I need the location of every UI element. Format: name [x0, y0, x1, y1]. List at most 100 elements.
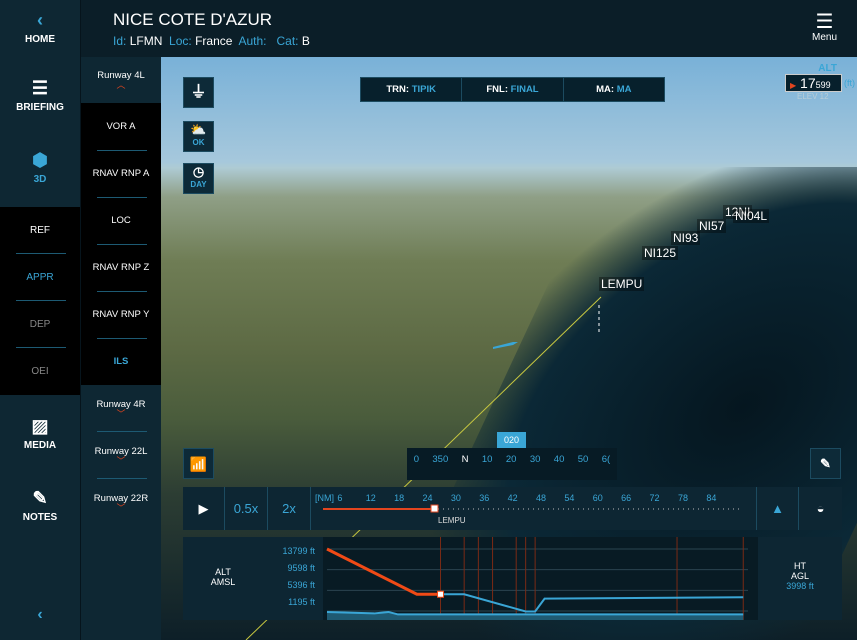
3d-view[interactable]: ⏚ ⛅ OK ◷ DAY TRN: TIPIK FNL: FINAL MA: MA … — [161, 57, 857, 640]
image-icon: ▨ — [31, 416, 49, 436]
mountain-icon: ▲ — [771, 501, 784, 516]
tab-ref[interactable]: REF — [0, 225, 80, 236]
aircraft-icon — [493, 342, 518, 349]
current-position-marker — [430, 504, 439, 513]
alt-box: ▶ 17599 — [785, 74, 842, 92]
alt-small: 599 — [815, 80, 831, 90]
segment-value: FINAL — [510, 84, 539, 95]
tab-dep[interactable]: DEP — [0, 319, 80, 330]
cube-icon: ⬢ — [32, 150, 48, 170]
flown-path — [326, 547, 441, 596]
profile-plot[interactable] — [323, 537, 758, 620]
runway-22l[interactable]: Runway 22L ﹀ — [81, 446, 161, 466]
segment-value: TIPIK — [411, 84, 436, 95]
playback-toolbar: ▶ 0.5x 2x [NM] 6 12 18 24 30 36 42 48 54 60 66 72 78… — [183, 487, 842, 530]
water-button[interactable]: ◒ — [799, 487, 842, 530]
header: NICE COTE D'AZUR Id: LFMN Loc: France Au… — [81, 0, 857, 57]
compass-label: 40 — [553, 454, 565, 465]
briefing-button[interactable]: ☰ BRIEFING — [0, 78, 80, 113]
cat-value: B — [301, 34, 310, 48]
segment-ma[interactable]: MA: MA — [564, 78, 664, 101]
drop-icon: ◒ — [816, 501, 825, 516]
play-button[interactable]: ▶ — [183, 487, 225, 530]
alt-amsl-label: ALT AMSL — [210, 567, 236, 587]
waypoint-label[interactable]: LEMPU — [599, 277, 645, 291]
main-nav: ‹ HOME ☰ BRIEFING ⬢ 3D REF APPR DEP OEI ▨ ME… — [0, 0, 80, 640]
elevation: ELEV 12 — [797, 92, 829, 101]
notes-button[interactable]: ✎ NOTES — [0, 488, 80, 523]
ht-label: HT — [794, 561, 806, 571]
compass-label: 30 — [529, 454, 541, 465]
weather-button[interactable]: ⛅ OK — [183, 121, 214, 152]
segment-fnl[interactable]: FNL: FINAL — [462, 78, 564, 101]
list-icon: ☰ — [31, 78, 49, 98]
slow-button[interactable]: 0.5x — [225, 487, 268, 530]
segment-key: TRN: — [386, 84, 410, 95]
waypoint-label[interactable]: NI57 — [697, 219, 727, 233]
time-label: DAY — [190, 180, 207, 189]
planned-path — [440, 593, 744, 613]
approach-rnav-rnp-z[interactable]: RNAV RNP Z — [81, 262, 161, 273]
segment-trn[interactable]: TRN: TIPIK — [361, 78, 463, 101]
runway-4r[interactable]: Runway 4R ﹀ — [81, 399, 161, 419]
fast-button[interactable]: 2x — [268, 487, 311, 530]
vertical-profile: ALT AMSL 13799 ft 9598 ft 5396 ft 1195 ft… — [183, 537, 842, 620]
altitude-readout: ALT ▶ 17599 (ft) ELEV 12 — [785, 63, 855, 101]
compass-label: 6( — [601, 454, 611, 465]
tab-appr[interactable]: APPR — [0, 272, 80, 283]
y-tick: 5396 ft — [287, 580, 315, 590]
loc-label: Loc: — [169, 34, 192, 48]
notes-label: NOTES — [22, 512, 58, 523]
approach-ils[interactable]: ILS — [81, 356, 161, 367]
terrain-button[interactable]: ▲ — [756, 487, 799, 530]
segment-key: FNL: — [486, 84, 508, 95]
compass-label: N — [461, 454, 469, 465]
menu-label: Menu — [811, 32, 837, 43]
runway-22r[interactable]: Runway 22R ﹀ — [81, 493, 161, 513]
y-tick: 9598 ft — [287, 563, 315, 573]
3d-button[interactable]: ⬢ 3D — [0, 150, 80, 185]
compass-label: 50 — [577, 454, 589, 465]
home-label: HOME — [25, 34, 55, 45]
notepad-icon: ✎ — [32, 488, 48, 508]
compass-tape[interactable]: 0 350 N 10 20 30 40 50 6( — [407, 448, 617, 480]
time-button[interactable]: ◷ DAY — [183, 163, 214, 194]
alt-unit: (ft) — [844, 78, 855, 88]
chevron-down-icon: ﹀ — [116, 456, 126, 466]
menu-button[interactable]: ☰ Menu — [812, 12, 837, 43]
alt-label: ALT — [818, 63, 837, 74]
runway-4l[interactable]: Runway 4L ︿ — [81, 70, 161, 90]
3d-label: 3D — [33, 174, 47, 185]
home-button[interactable]: ‹ HOME — [0, 10, 80, 45]
profile-toggle-button[interactable]: 📶 — [183, 448, 214, 479]
auth-label: Auth: — [238, 34, 267, 48]
alt-big: 17 — [800, 75, 816, 91]
collapse-button[interactable]: ‹ — [0, 606, 80, 624]
weather-label: OK — [192, 138, 205, 147]
approach-loc[interactable]: LOC — [81, 215, 161, 226]
y-tick: 1195 ft — [288, 597, 315, 607]
heading-bug: 020 — [497, 432, 527, 448]
current-waypoint: LEMPU — [438, 516, 466, 525]
chart-icon: 📶 — [189, 456, 208, 472]
approach-cone-button[interactable]: ⏚ — [183, 77, 214, 108]
waypoint-label[interactable]: NI04L — [733, 209, 770, 223]
agl-panel: HT AGL 3998 ft — [758, 537, 842, 620]
media-button[interactable]: ▨ MEDIA — [0, 416, 80, 451]
y-axis-panel: ALT AMSL 13799 ft 9598 ft 5396 ft 1195 ft — [183, 537, 323, 620]
waypoint-label[interactable]: NI93 — [671, 231, 701, 245]
waypoint-label[interactable]: NI125 — [642, 246, 679, 260]
approach-vor-a[interactable]: VOR A — [81, 121, 161, 132]
pencil-icon: ✎ — [820, 456, 831, 471]
tab-oei[interactable]: OEI — [0, 366, 80, 377]
approach-rnav-rnp-y[interactable]: RNAV RNP Y — [81, 309, 161, 320]
id-value: LFMN — [129, 34, 163, 48]
loc-value: France — [195, 34, 233, 48]
compass-label: 20 — [505, 454, 517, 465]
id-label: Id: — [113, 34, 127, 48]
draw-button[interactable]: ✎ — [810, 448, 841, 479]
hamburger-icon: ☰ — [815, 11, 834, 33]
approach-rnav-rnp-a[interactable]: RNAV RNP A — [81, 168, 161, 179]
segment-key: MA: — [596, 84, 615, 95]
chevron-left-icon: ‹ — [37, 606, 43, 623]
